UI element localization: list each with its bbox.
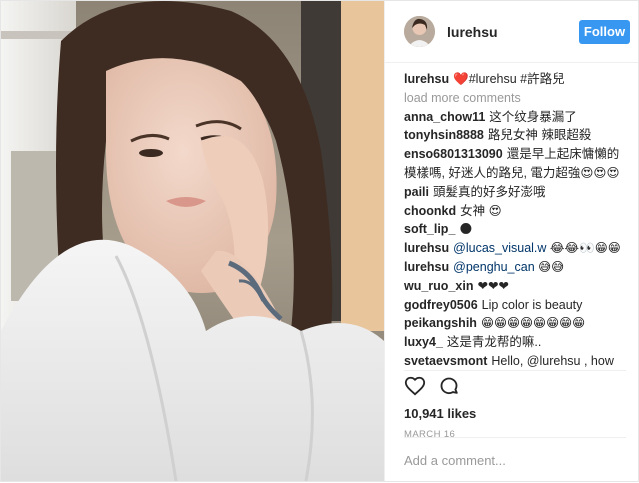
post-header: lurehsu Follow — [385, 1, 638, 63]
comment-item: wu_ruo_xin ❤❤❤ — [404, 277, 626, 296]
comment-text: 😂😂👀😁😁 — [549, 241, 621, 256]
post-side-panel: lurehsu Follow lurehsu ❤️#lurehsu #許路兒 lo… — [384, 1, 638, 481]
comment-text: 頭髮真的好多好澎哦 — [433, 184, 546, 199]
caption-text: ❤️#lurehsu #許路兒 — [453, 72, 565, 86]
instagram-post: lurehsu Follow lurehsu ❤️#lurehsu #許路兒 lo… — [0, 0, 639, 482]
comment-text: ❤❤❤ — [477, 278, 509, 293]
comment-text: Lip color is beauty — [481, 297, 583, 312]
action-icons — [404, 375, 626, 397]
comments-list[interactable]: lurehsu ❤️#lurehsu #許路兒 load more comment… — [404, 70, 626, 367]
follow-button[interactable]: Follow — [579, 19, 630, 44]
comment-text: 这是青龙帮的嘛.. — [446, 335, 542, 350]
selfie-image — [1, 1, 384, 481]
comment-username[interactable]: luxy4_ — [404, 335, 443, 349]
comment-item: luxy4_ 这是青龙帮的嘛.. — [404, 333, 626, 352]
caption-username[interactable]: lurehsu — [404, 72, 449, 86]
comment-mention-link[interactable]: @penghu_can — [453, 260, 535, 274]
heart-outline-icon[interactable] — [404, 375, 426, 397]
add-comment-input[interactable] — [404, 453, 626, 468]
comment-text: 这个纹身暴漏了 — [489, 109, 577, 124]
comment-text: 女神 😍 — [460, 203, 502, 218]
comment-text: 😁😁😁😁😁😁😁😁 — [480, 316, 586, 331]
load-more-comments-link[interactable]: load more comments — [404, 89, 626, 108]
comment-username[interactable]: enso6801313090 — [404, 147, 503, 161]
comment-item: enso6801313090 還是早上起床慵懶的模樣嗎, 好迷人的路兒, 電力超強… — [404, 145, 626, 183]
comment-item: godfrey0506 Lip color is beauty — [404, 296, 626, 315]
likes-count[interactable]: 10,941 likes — [404, 406, 626, 421]
post-actions: 10,941 likes MARCH 16 — [404, 370, 626, 483]
avatar[interactable] — [404, 16, 435, 47]
comment-username[interactable]: peikangshih — [404, 316, 477, 330]
comment-mention-link[interactable]: @lucas_visual.w — [453, 241, 546, 255]
comment-text: 😅😅 — [538, 259, 565, 274]
comment-item: peikangshih 😁😁😁😁😁😁😁😁 — [404, 314, 626, 333]
comment-username[interactable]: lurehsu — [404, 260, 449, 274]
add-comment-bar — [404, 437, 626, 483]
post-photo[interactable] — [1, 1, 384, 481]
comment-username[interactable]: tonyhsin8888 — [404, 128, 484, 142]
comment-username[interactable]: svetaevsmont — [404, 354, 487, 367]
comment-username[interactable]: soft_lip_ — [404, 222, 455, 236]
comment-item: lurehsu @penghu_can 😅😅 — [404, 258, 626, 277]
comment-username[interactable]: wu_ruo_xin — [404, 279, 473, 293]
header-username[interactable]: lurehsu — [447, 24, 498, 40]
comment-username[interactable]: anna_chow11 — [404, 110, 485, 124]
comment-item: anna_chow11 这个纹身暴漏了 — [404, 108, 626, 127]
comment-bubble-icon[interactable] — [438, 375, 460, 397]
comment-username[interactable]: paili — [404, 185, 429, 199]
comment-username[interactable]: choonkd — [404, 204, 456, 218]
comment-text: 路兒女神 辣眼超殺 — [487, 128, 592, 143]
comment-item: lurehsu @lucas_visual.w 😂😂👀😁😁 — [404, 239, 626, 258]
comment-item: svetaevsmontHello, @lurehsu , how old — [404, 352, 626, 367]
comment-item: soft_lip_ 🌑 — [404, 220, 626, 239]
comment-username[interactable]: lurehsu — [404, 241, 449, 255]
avatar-image — [404, 16, 435, 47]
comment-item: choonkd 女神 😍 — [404, 202, 626, 221]
caption: lurehsu ❤️#lurehsu #許路兒 — [404, 70, 626, 89]
comment-text: 🌑 — [459, 222, 473, 237]
comment-item: paili 頭髮真的好多好澎哦 — [404, 183, 626, 202]
comment-item: tonyhsin8888 路兒女神 辣眼超殺 — [404, 126, 626, 145]
comment-username[interactable]: godfrey0506 — [404, 298, 478, 312]
